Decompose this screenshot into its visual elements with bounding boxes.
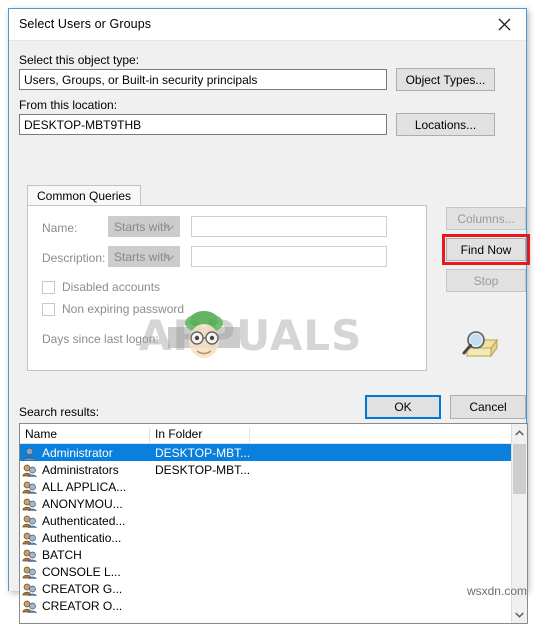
result-name-cell: CREATOR O... [20, 599, 150, 613]
description-value-input[interactable] [191, 246, 387, 267]
result-name-cell: ALL APPLICA... [20, 480, 150, 494]
result-name-text: Administrators [42, 462, 119, 477]
group-icon [22, 481, 39, 494]
cancel-button[interactable]: Cancel [450, 395, 526, 419]
result-name-cell: Administrator [20, 446, 150, 460]
group-icon [22, 566, 39, 579]
group-icon [22, 549, 39, 562]
description-operator-value: Starts with [114, 249, 171, 264]
result-folder-cell: DESKTOP-MBT... [155, 445, 250, 460]
table-row[interactable]: Authenticatio... [20, 529, 527, 546]
result-name-cell: Authenticatio... [20, 531, 150, 545]
table-row[interactable]: ALL APPLICA... [20, 478, 527, 495]
tab-common-queries[interactable]: Common Queries [27, 185, 142, 206]
columns-button[interactable]: Columns... [446, 207, 526, 230]
user-icon [22, 447, 39, 460]
result-folder-cell: DESKTOP-MBT... [155, 462, 250, 477]
from-location-input[interactable]: DESKTOP-MBT9THB [19, 114, 387, 135]
tab-strip: Common Queries [27, 185, 427, 206]
name-label: Name: [42, 221, 78, 235]
result-name-text: Authenticatio... [42, 530, 122, 545]
result-name-text: CREATOR O... [42, 598, 123, 613]
chevron-down-icon [165, 250, 174, 264]
result-name-text: BATCH [42, 547, 82, 562]
listview-header: Name In Folder [20, 424, 527, 444]
disabled-accounts-checkbox[interactable]: Disabled accounts [42, 280, 160, 294]
find-now-button[interactable]: Find Now [446, 238, 526, 261]
column-header-name[interactable]: Name [20, 427, 150, 443]
group-icon [22, 583, 39, 596]
dialog-body: Select this object type: Users, Groups, … [9, 41, 530, 624]
result-name-text: Administrator [42, 445, 113, 460]
select-users-or-groups-dialog: Select Users or Groups Select this objec… [8, 8, 530, 624]
result-name-text: CREATOR G... [42, 581, 123, 596]
search-results-label: Search results: [19, 405, 100, 419]
group-icon [22, 464, 39, 477]
locations-button[interactable]: Locations... [396, 113, 495, 136]
table-row[interactable]: BATCH [20, 546, 527, 563]
window-title: Select Users or Groups [19, 17, 152, 31]
scroll-down-arrow-icon[interactable] [512, 606, 527, 623]
group-icon [22, 498, 39, 511]
days-since-last-logon-select[interactable] [168, 327, 240, 348]
name-value-input[interactable] [191, 216, 387, 237]
listview-rows: Administrator DESKTOP-MBT... Administrator… [20, 444, 527, 614]
search-results-listview[interactable]: Name In Folder Administrator DESKTOP-MBT.… [19, 423, 528, 624]
table-row[interactable]: CONSOLE L... [20, 563, 527, 580]
table-row[interactable]: CREATOR O... [20, 597, 527, 614]
result-name-cell: CREATOR G... [20, 582, 150, 596]
description-operator-select[interactable]: Starts with [108, 246, 180, 267]
table-row[interactable]: Administrators DESKTOP-MBT... [20, 461, 527, 478]
group-icon [22, 600, 39, 613]
result-name-text: CONSOLE L... [42, 564, 121, 579]
title-bar: Select Users or Groups [9, 9, 526, 41]
result-name-cell: Administrators [20, 463, 150, 477]
table-row[interactable]: Administrator DESKTOP-MBT... [20, 444, 527, 461]
result-name-cell: BATCH [20, 548, 150, 562]
close-button[interactable] [482, 9, 526, 39]
description-label: Description: [42, 251, 106, 265]
name-operator-value: Starts with [114, 219, 171, 234]
object-types-button[interactable]: Object Types... [396, 68, 495, 91]
common-queries-panel: Name: Starts with Description: Starts wi… [27, 205, 427, 371]
result-name-cell: CONSOLE L... [20, 565, 150, 579]
checkbox-box [42, 302, 55, 316]
results-scrollbar[interactable] [511, 424, 527, 623]
ok-button[interactable]: OK [365, 395, 441, 419]
chevron-down-icon [165, 220, 174, 234]
result-name-text: ANONYMOU... [42, 496, 123, 511]
name-operator-select[interactable]: Starts with [108, 216, 180, 237]
table-row[interactable]: ANONYMOU... [20, 495, 527, 512]
scroll-up-arrow-icon[interactable] [512, 424, 527, 441]
disabled-accounts-label: Disabled accounts [62, 280, 161, 294]
table-row[interactable]: Authenticated... [20, 512, 527, 529]
non-expiring-password-label: Non expiring password [62, 302, 185, 316]
from-location-label: From this location: [19, 98, 118, 112]
result-name-cell: ANONYMOU... [20, 497, 150, 511]
result-name-text: Authenticated... [42, 513, 126, 528]
close-icon [498, 18, 511, 31]
group-icon [22, 515, 39, 528]
checkbox-box [42, 280, 55, 294]
stop-button[interactable]: Stop [446, 269, 526, 292]
scrollbar-thumb[interactable] [513, 444, 526, 494]
group-icon [22, 532, 39, 545]
table-row[interactable]: CREATOR G... [20, 580, 527, 597]
column-header-in-folder[interactable]: In Folder [150, 427, 250, 443]
non-expiring-password-checkbox[interactable]: Non expiring password [42, 302, 184, 316]
days-since-last-logon-label: Days since last logon: [42, 332, 159, 346]
magnifier-folder-icon [457, 326, 505, 366]
result-name-cell: Authenticated... [20, 514, 150, 528]
object-type-label: Select this object type: [19, 53, 140, 67]
object-type-input[interactable]: Users, Groups, or Built-in security prin… [19, 69, 387, 90]
result-name-text: ALL APPLICA... [42, 479, 127, 494]
